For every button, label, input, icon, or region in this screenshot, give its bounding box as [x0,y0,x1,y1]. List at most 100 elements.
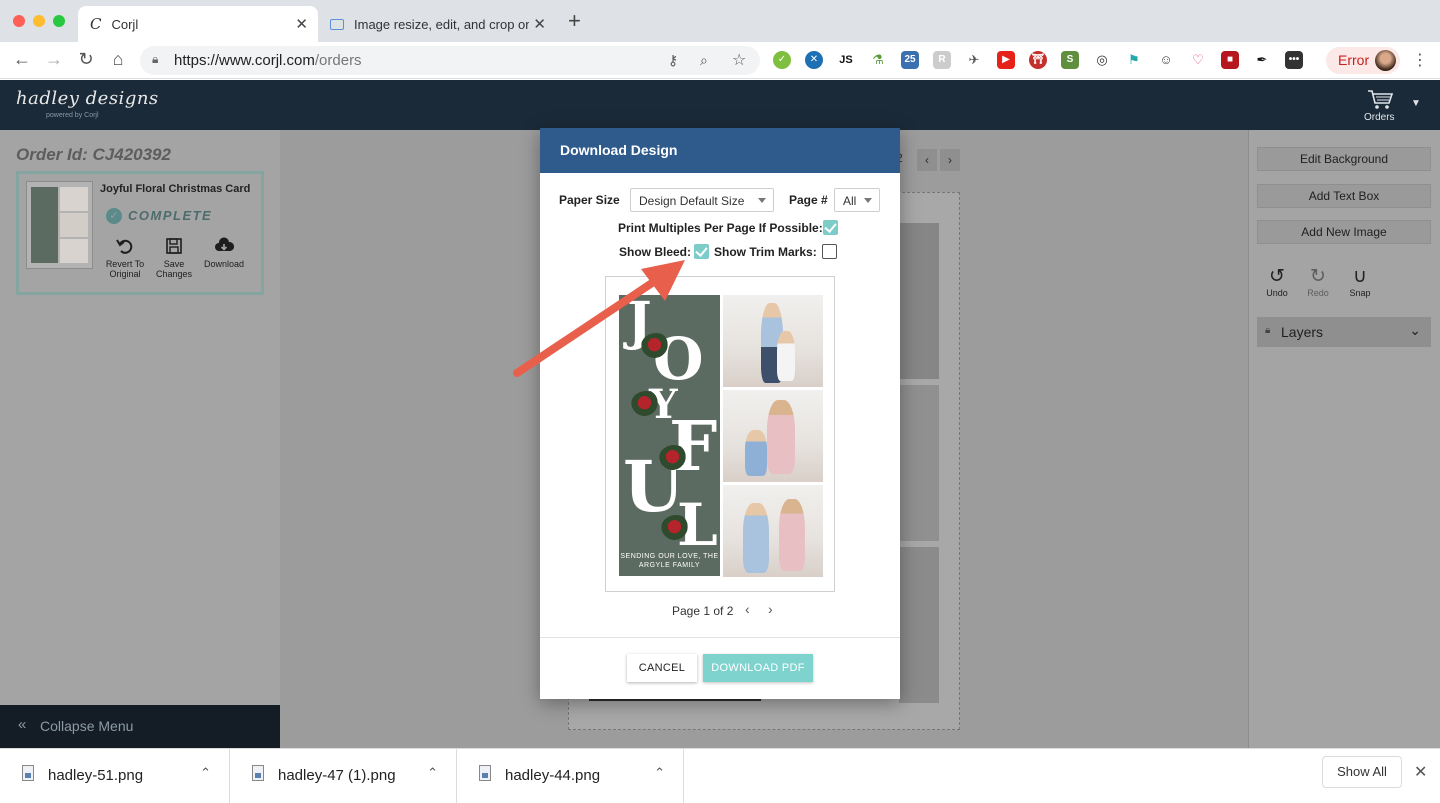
extension-js-icon[interactable]: JS [837,51,855,69]
extension-dots-icon[interactable]: ••• [1285,51,1303,69]
extension-check-icon[interactable]: ✓ [773,51,791,69]
error-label: Error [1338,52,1370,68]
tab-corjl[interactable]: C Corjl ✕ [78,6,318,42]
show-trim-marks-checkbox[interactable] [822,244,837,259]
tab-image-resize[interactable]: Image resize, edit, and crop on ✕ [318,6,556,42]
canvas-prev-page-icon[interactable]: ‹ [917,149,937,171]
lock-icon: 🔒︎ [152,52,159,66]
show-trim-marks-label: Show Trim Marks: [714,245,817,259]
download-button[interactable]: Download [200,236,248,269]
cart-icon[interactable] [1366,88,1394,110]
download-item[interactable]: hadley-44.png ⌃ [457,749,684,803]
flower-decoration [631,391,661,417]
extension-heart-icon[interactable]: ♡ [1189,51,1207,69]
browser-menu-icon[interactable]: ⋮ [1412,50,1428,70]
check-circle-icon: ✓ [106,208,122,224]
show-bleed-checkbox[interactable] [694,244,709,259]
snap-label: Snap [1349,288,1371,298]
preview-photo-2 [723,390,823,482]
download-design-modal: Download Design Paper Size Design Defaul… [540,128,900,699]
tab-close-icon[interactable]: ✕ [533,15,546,33]
print-multiples-label: Print Multiples Per Page If Possible: [618,221,823,235]
collapse-menu-button[interactable]: « Collapse Menu [0,705,280,748]
preview-prev-page-icon[interactable]: ‹ [745,601,750,617]
download-item[interactable]: hadley-47 (1).png ⌃ [230,749,457,803]
download-filename: hadley-44.png [505,767,601,784]
profile-error-button[interactable]: Error [1326,47,1400,74]
cancel-button[interactable]: CANCEL [627,654,697,682]
save-changes-button[interactable]: Save Changes [152,236,196,279]
extension-eye-icon[interactable]: ◎ [1093,51,1111,69]
extension-shirt-icon[interactable]: ⚑ [1125,51,1143,69]
minimize-window-button[interactable] [33,15,45,27]
brand-subtitle: powered by Corjl [46,112,99,119]
undo-button[interactable]: ↺ Undo [1262,266,1292,298]
back-arrow-icon[interactable]: ← [10,49,34,70]
revert-label: Revert To Original [105,259,145,279]
chevron-down-icon[interactable]: ▼ [1411,98,1421,109]
extension-globe-icon[interactable]: ✕ [805,51,823,69]
extension-calendar-icon[interactable]: 25 [901,51,919,69]
download-pdf-button[interactable]: DOWNLOAD PDF [703,654,813,682]
save-icon [166,238,182,254]
revert-icon [116,239,133,254]
image-favicon-icon [330,18,344,30]
card-thumbnail[interactable] [26,181,93,269]
layers-accordion[interactable]: 🔒︎ Layers ⌄ [1257,317,1431,347]
orders-link[interactable]: Orders [1364,112,1395,123]
close-downloads-icon[interactable]: ✕ [1414,762,1427,782]
extension-shopify-icon[interactable]: S [1061,51,1079,69]
paper-size-label: Paper Size [559,193,620,207]
new-tab-button[interactable]: + [568,10,581,32]
chevron-up-icon[interactable]: ⌃ [654,765,665,781]
add-new-image-button[interactable]: Add New Image [1257,220,1431,244]
preview-next-page-icon[interactable]: › [768,601,773,617]
tab-close-icon[interactable]: ✕ [295,15,308,33]
extension-robot-icon[interactable]: ☺ [1157,51,1175,69]
layers-label: Layers [1281,324,1324,340]
redo-button[interactable]: ↻ Redo [1303,266,1333,298]
page-number-label: Page # [789,193,828,207]
zoom-icon[interactable]: ⌕ [700,52,708,69]
corjl-favicon-icon: C [90,15,102,33]
chevron-up-icon[interactable]: ⌃ [200,765,211,781]
address-bar[interactable]: 🔒︎ https://www.corjl.com/orders ⚷ ⌕ ☆ [140,46,760,75]
extension-pen-icon[interactable]: ✒ [1253,51,1271,69]
bookmark-star-icon[interactable]: ☆ [732,50,746,70]
extension-flask-icon[interactable]: ⚗ [869,51,887,69]
close-window-button[interactable] [13,15,25,27]
reload-icon[interactable]: ↻ [74,49,98,70]
extension-bird-icon[interactable]: ✈ [965,51,983,69]
app-header: hadley designs powered by Corjl [0,80,1440,130]
cloud-download-icon [215,237,234,251]
edit-background-button[interactable]: Edit Background [1257,147,1431,171]
canvas-next-page-icon[interactable]: › [940,149,960,171]
paper-size-select[interactable]: Design Default Size [630,188,774,212]
tab-title: Corjl [111,16,139,32]
revert-to-original-button[interactable]: Revert To Original [104,236,146,279]
extension-youtube-icon[interactable]: ▶ [997,51,1015,69]
paper-size-value: Design Default Size [639,194,745,208]
forward-arrow-icon[interactable]: → [42,49,66,70]
url-text: https://www.corjl.com/orders [174,52,362,69]
page-number-select[interactable]: All [834,188,880,212]
print-multiples-checkbox[interactable] [823,220,838,235]
extension-grey-icon[interactable]: R [933,51,951,69]
chevron-up-icon[interactable]: ⌃ [427,765,438,781]
maximize-window-button[interactable] [53,15,65,27]
snap-button[interactable]: ∪ Snap [1345,266,1375,298]
chevron-down-icon: ⌄ [1409,322,1421,338]
flower-decoration [659,445,689,471]
file-icon [252,765,264,781]
modal-title: Download Design [560,142,678,158]
chevron-down-icon [758,198,766,203]
extension-red-icon[interactable]: ⛩ [1029,51,1047,69]
show-all-downloads-button[interactable]: Show All [1322,756,1402,788]
add-text-box-button[interactable]: Add Text Box [1257,184,1431,208]
brand-logo[interactable]: hadley designs [16,88,159,109]
home-icon[interactable]: ⌂ [106,49,130,70]
download-item[interactable]: hadley-51.png ⌃ [0,749,230,803]
extension-book-icon[interactable]: ■ [1221,51,1239,69]
redo-label: Redo [1307,288,1329,298]
key-icon[interactable]: ⚷ [668,52,678,69]
